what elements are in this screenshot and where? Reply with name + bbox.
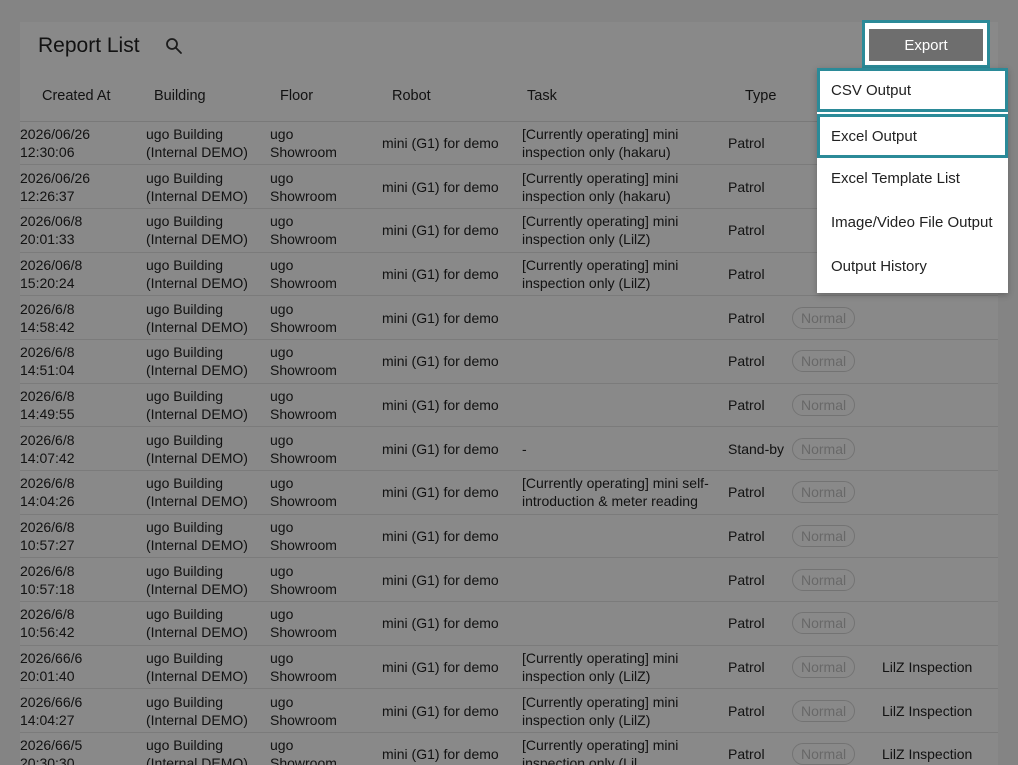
menu-item-output-history[interactable]: Output History bbox=[817, 244, 1008, 288]
app-window: Report List Created At Building Floor Ro… bbox=[0, 0, 1018, 765]
export-button-highlight[interactable]: Export bbox=[862, 20, 990, 68]
menu-item-excel-output[interactable]: Excel Output bbox=[817, 114, 1008, 158]
menu-item-csv-output[interactable]: CSV Output bbox=[817, 68, 1008, 112]
menu-item-image-video-file-output[interactable]: Image/Video File Output bbox=[817, 200, 1008, 244]
export-button[interactable]: Export bbox=[869, 29, 983, 61]
menu-item-excel-template-list[interactable]: Excel Template List bbox=[817, 156, 1008, 200]
export-dropdown-menu: CSV Output Excel Output Excel Template L… bbox=[817, 68, 1008, 293]
